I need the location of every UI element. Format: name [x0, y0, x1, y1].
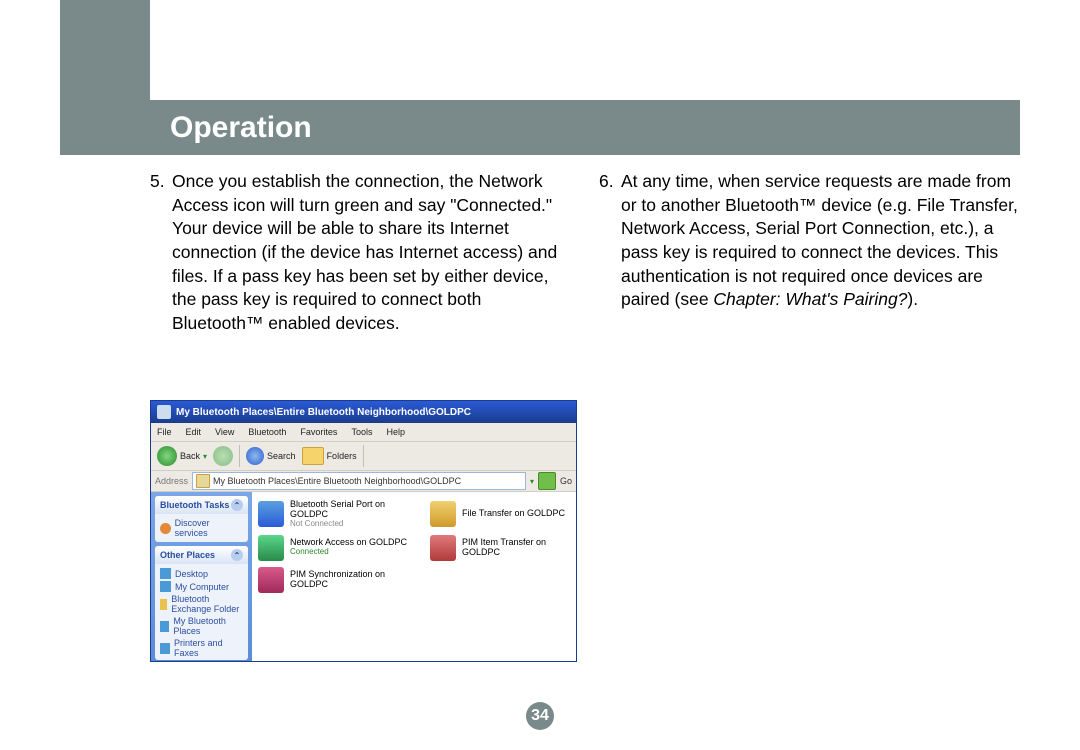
- network-access-icon: [258, 535, 284, 561]
- sidebar-link-exchange[interactable]: Bluetooth Exchange Folder: [160, 593, 243, 615]
- sidebar-link-printers-label: Printers and Faxes: [174, 638, 243, 658]
- sidebar-places-title: Other Places: [160, 550, 215, 560]
- service-pim-sync-label: PIM Synchronization on GOLDPC: [290, 570, 418, 590]
- pim-item-icon: [430, 535, 456, 561]
- page-number-container: 34: [60, 702, 1020, 730]
- sidebar-link-desktop-label: Desktop: [175, 569, 208, 579]
- sidebar-link-discover[interactable]: Discover services: [160, 517, 243, 539]
- menu-file[interactable]: File: [157, 427, 172, 437]
- sidebar-link-printers[interactable]: Printers and Faxes: [160, 637, 243, 659]
- toolbar-separator-2: [363, 445, 364, 467]
- service-serial-status: Not Connected: [290, 520, 418, 529]
- toolbar-separator-1: [239, 445, 240, 467]
- sidebar-link-btplaces-label: My Bluetooth Places: [173, 616, 243, 636]
- collapse-icon[interactable]: ⌃: [231, 499, 243, 511]
- folder-icon: [160, 599, 167, 610]
- right-column: 6. At any time, when service requests ar…: [599, 170, 1020, 335]
- discover-icon: [160, 523, 171, 534]
- body-columns: 5. Once you establish the connection, th…: [150, 170, 1020, 335]
- service-serial-port[interactable]: Bluetooth Serial Port on GOLDPC Not Conn…: [258, 500, 418, 529]
- search-icon: [246, 447, 264, 465]
- sidebar-link-discover-label: Discover services: [175, 518, 243, 538]
- page-number: 34: [526, 702, 554, 730]
- back-label: Back: [180, 451, 200, 461]
- sidebar-tasks-header[interactable]: Bluetooth Tasks ⌃: [155, 496, 248, 514]
- address-field[interactable]: My Bluetooth Places\Entire Bluetooth Nei…: [192, 472, 526, 490]
- folders-label: Folders: [327, 451, 357, 461]
- sidebar-places-header[interactable]: Other Places ⌃: [155, 546, 248, 564]
- sidebar-panel-tasks: Bluetooth Tasks ⌃ Discover services: [155, 496, 248, 542]
- sidebar: Bluetooth Tasks ⌃ Discover services Othe…: [151, 492, 252, 662]
- go-button[interactable]: [538, 472, 556, 490]
- menu-favorites[interactable]: Favorites: [300, 427, 337, 437]
- services-pane: Bluetooth Serial Port on GOLDPC Not Conn…: [252, 492, 576, 662]
- folders-button[interactable]: Folders: [302, 447, 357, 465]
- step-6-number: 6.: [599, 170, 621, 312]
- desktop-icon: [160, 568, 171, 579]
- forward-button[interactable]: [213, 446, 233, 466]
- service-pim-sync[interactable]: PIM Synchronization on GOLDPC: [258, 567, 418, 593]
- address-bar: Address My Bluetooth Places\Entire Bluet…: [151, 471, 576, 492]
- service-pim-item-label: PIM Item Transfer on GOLDPC: [462, 538, 570, 558]
- menu-view[interactable]: View: [215, 427, 234, 437]
- window-titlebar[interactable]: My Bluetooth Places\Entire Bluetooth Nei…: [151, 401, 576, 423]
- step-5-text: Once you establish the connection, the N…: [172, 170, 571, 335]
- address-value: My Bluetooth Places\Entire Bluetooth Nei…: [213, 476, 461, 486]
- step-6-text: At any time, when service requests are m…: [621, 170, 1020, 312]
- step-5-number: 5.: [150, 170, 172, 335]
- pim-sync-icon: [258, 567, 284, 593]
- printer-icon: [160, 643, 170, 654]
- window-icon: [157, 405, 171, 419]
- left-column: 5. Once you establish the connection, th…: [150, 170, 571, 335]
- sidebar-link-desktop[interactable]: Desktop: [160, 567, 243, 580]
- window-title: My Bluetooth Places\Entire Bluetooth Nei…: [176, 407, 471, 418]
- search-label: Search: [267, 451, 296, 461]
- folders-icon: [302, 447, 324, 465]
- explorer-window: My Bluetooth Places\Entire Bluetooth Nei…: [150, 400, 577, 662]
- service-file-transfer[interactable]: File Transfer on GOLDPC: [430, 500, 570, 529]
- menu-bar: File Edit View Bluetooth Favorites Tools…: [151, 423, 576, 442]
- sidebar-link-exchange-label: Bluetooth Exchange Folder: [171, 594, 243, 614]
- computer-icon: [160, 581, 171, 592]
- service-file-label: File Transfer on GOLDPC: [462, 509, 565, 519]
- address-icon: [196, 474, 210, 488]
- sidebar-link-computer-label: My Computer: [175, 582, 229, 592]
- address-label: Address: [155, 476, 188, 486]
- sidebar-link-btplaces[interactable]: My Bluetooth Places: [160, 615, 243, 637]
- menu-help[interactable]: Help: [386, 427, 405, 437]
- menu-tools[interactable]: Tools: [351, 427, 372, 437]
- go-label: Go: [560, 476, 572, 486]
- service-pim-item[interactable]: PIM Item Transfer on GOLDPC: [430, 535, 570, 561]
- search-button[interactable]: Search: [246, 447, 296, 465]
- bluetooth-icon: [160, 621, 169, 632]
- menu-edit[interactable]: Edit: [186, 427, 202, 437]
- serial-port-icon: [258, 501, 284, 527]
- collapse-icon[interactable]: ⌃: [231, 549, 243, 561]
- service-network-access[interactable]: Network Access on GOLDPC Connected: [258, 535, 418, 561]
- service-network-status: Connected: [290, 548, 407, 557]
- sidebar-link-computer[interactable]: My Computer: [160, 580, 243, 593]
- section-header: Operation: [60, 100, 1020, 155]
- service-serial-label: Bluetooth Serial Port on GOLDPC: [290, 500, 418, 520]
- sidebar-tasks-title: Bluetooth Tasks: [160, 500, 229, 510]
- step-6-part2: ).: [907, 289, 918, 309]
- menu-bluetooth[interactable]: Bluetooth: [248, 427, 286, 437]
- window-body: Bluetooth Tasks ⌃ Discover services Othe…: [151, 492, 576, 662]
- sidebar-panel-places: Other Places ⌃ Desktop My Computer: [155, 546, 248, 660]
- back-dropdown-icon[interactable]: ▾: [203, 452, 207, 461]
- address-dropdown-icon[interactable]: ▾: [530, 477, 534, 486]
- back-button[interactable]: Back ▾: [157, 446, 207, 466]
- back-icon: [157, 446, 177, 466]
- step-6-italic: Chapter: What's Pairing?: [713, 289, 907, 309]
- section-title: Operation: [170, 111, 312, 144]
- file-transfer-icon: [430, 501, 456, 527]
- toolbar: Back ▾ Search Folders: [151, 442, 576, 471]
